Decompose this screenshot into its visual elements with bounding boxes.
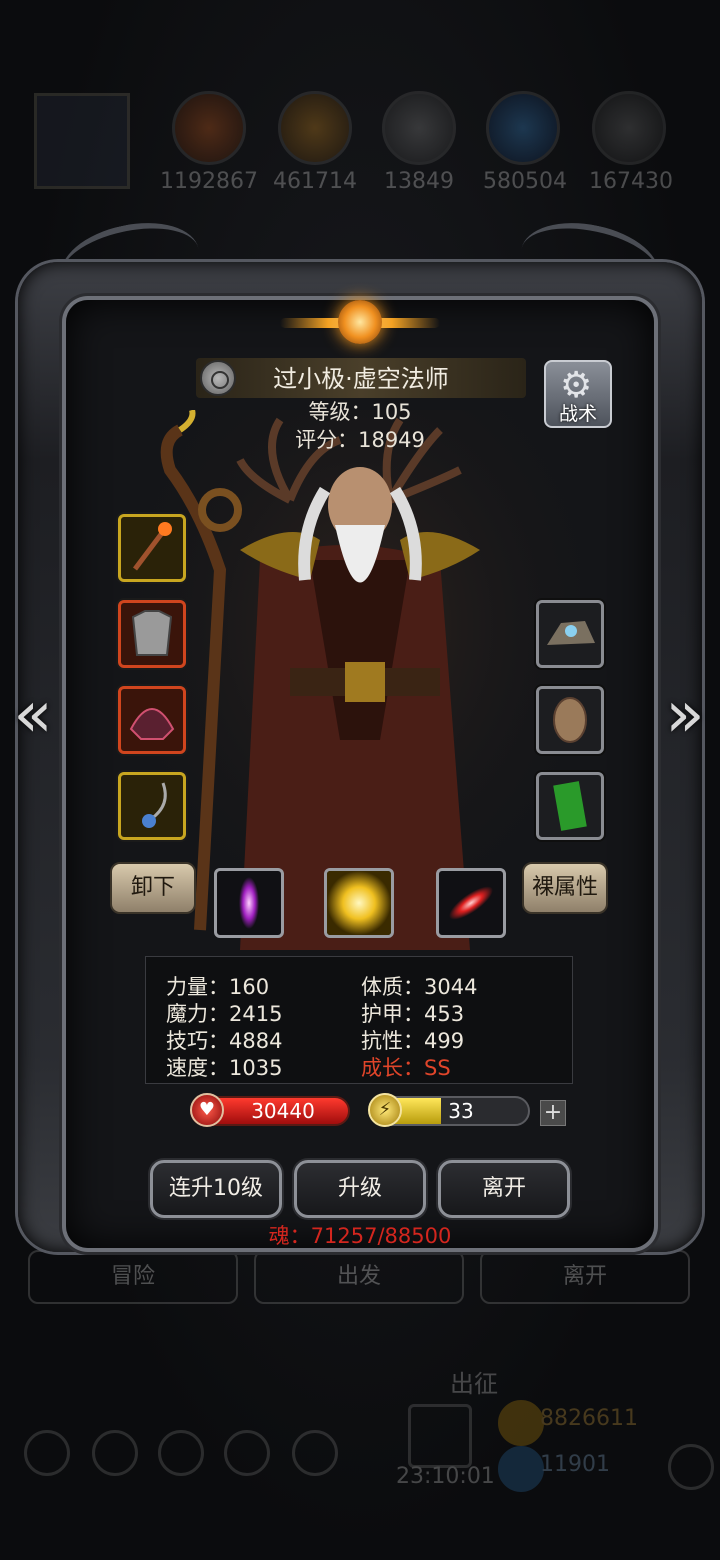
background-tabs: 冒险 出发 离开	[28, 1250, 692, 1306]
stats-panel: 力量：160 魔力：2415 技巧：4884 速度：1035 体质：3044 护…	[145, 956, 573, 1084]
green-scroll-icon	[553, 781, 587, 831]
background-bottom-bar: 出征 8826611 11901 23:10:01	[0, 1360, 720, 1500]
leave-button[interactable]: 离开	[438, 1160, 570, 1218]
player-portrait	[34, 93, 130, 189]
hp-value: 30440	[251, 1099, 315, 1123]
resource-icon-3	[382, 91, 456, 165]
equip-slot-helmet[interactable]	[118, 686, 186, 754]
bg-tab-depart: 出发	[254, 1250, 464, 1304]
stat-armor: 护甲：453	[361, 1002, 465, 1026]
hero-score: 评分：18949	[295, 428, 425, 452]
stat-strength: 力量：160	[166, 975, 270, 999]
helmet-icon	[129, 708, 175, 740]
resource-value-1: 1192867	[160, 169, 258, 194]
red-slash-skill-icon	[449, 886, 493, 920]
equip-slot-shell[interactable]	[536, 686, 604, 754]
golden-burst-skill-icon	[327, 871, 391, 935]
prev-hero-arrow[interactable]: «	[8, 680, 58, 750]
stat-skill: 技巧：4884	[166, 1029, 283, 1053]
skill-slot-3[interactable]	[436, 868, 506, 938]
tactics-label: 战术	[558, 403, 597, 425]
add-energy-button[interactable]: +	[540, 1100, 566, 1126]
bg-gem-icon	[498, 1446, 544, 1492]
ore-stone-icon	[547, 621, 595, 645]
amulet-icon	[142, 782, 167, 828]
stat-speed: 速度：1035	[166, 1056, 283, 1080]
next-hero-arrow[interactable]: »	[660, 680, 710, 750]
soul-counter: 魂：71257/88500	[268, 1224, 452, 1248]
stat-magic: 魔力：2415	[166, 1002, 283, 1026]
bg-gift-icon	[408, 1404, 472, 1468]
level-up-10-button[interactable]: 连升10级	[150, 1160, 282, 1218]
energy-value: 33	[448, 1099, 474, 1123]
rank-medal-icon	[200, 360, 236, 396]
resource-value-2: 461714	[273, 169, 357, 194]
resource-value-3: 13849	[384, 169, 454, 194]
skill-slot-1[interactable]	[214, 868, 284, 938]
tactics-button[interactable]: ⚙ 战术	[544, 360, 612, 428]
stat-resistance: 抗性：499	[361, 1029, 465, 1053]
bg-tab-adventure: 冒险	[28, 1250, 238, 1304]
bg-timer: 23:10:01	[396, 1464, 495, 1489]
bg-nav-icon-2	[92, 1430, 138, 1476]
equip-slot-ore[interactable]	[536, 600, 604, 668]
bg-nav-icon-3	[158, 1430, 204, 1476]
level-up-button[interactable]: 升级	[294, 1160, 426, 1218]
bg-add-icon	[668, 1444, 714, 1490]
resource-icon-1	[172, 91, 246, 165]
lightning-icon: ⚡	[368, 1093, 402, 1127]
chest-armor-icon	[131, 610, 173, 656]
stat-constitution: 体质：3044	[361, 975, 478, 999]
resource-icon-5	[592, 91, 666, 165]
purple-crystal-skill-icon	[239, 877, 259, 929]
equip-slot-weapon[interactable]	[118, 514, 186, 582]
skill-slot-2[interactable]	[324, 868, 394, 938]
resource-icon-2	[278, 91, 352, 165]
stat-growth: 成长：SS	[361, 1056, 451, 1080]
bg-nav-icon-5	[292, 1430, 338, 1476]
base-attributes-button[interactable]: 裸属性	[522, 862, 608, 914]
bg-nav-icon-1	[24, 1430, 70, 1476]
bg-expedition-label: 出征	[450, 1370, 498, 1398]
bg-tab-leave: 离开	[480, 1250, 690, 1304]
resource-bar: 1192867 461714 13849 580504 167430	[30, 85, 690, 200]
bg-gem-value: 11901	[540, 1452, 610, 1477]
hero-name: 过小极·虚空法师	[273, 365, 449, 393]
heart-icon: ♥	[190, 1093, 224, 1127]
bg-nav-icon-4	[224, 1430, 270, 1476]
resource-value-5: 167430	[589, 169, 673, 194]
bg-gold-icon	[498, 1400, 544, 1446]
equip-slot-amulet[interactable]	[118, 772, 186, 840]
unequip-button[interactable]: 卸下	[110, 862, 196, 914]
equip-slot-armor[interactable]	[118, 600, 186, 668]
hero-level: 等级：105	[308, 400, 412, 424]
equip-slot-scroll[interactable]	[536, 772, 604, 840]
resource-value-4: 580504	[483, 169, 567, 194]
title-ornament	[280, 298, 440, 348]
bg-gold-value: 8826611	[540, 1406, 638, 1431]
staff-icon	[133, 522, 172, 571]
resource-icon-4	[486, 91, 560, 165]
shell-icon	[553, 697, 587, 743]
